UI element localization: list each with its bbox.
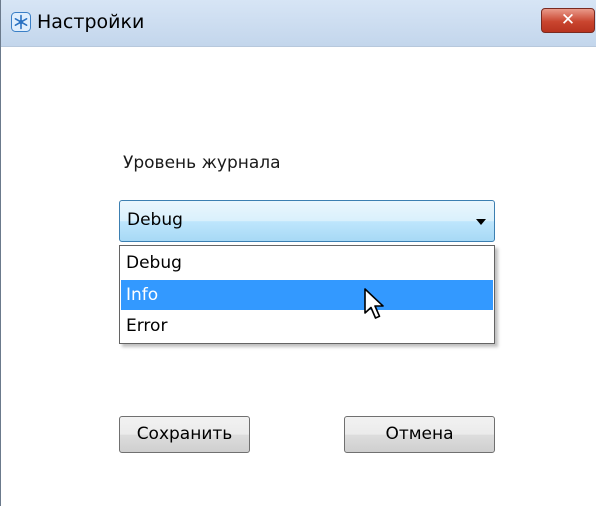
option-error[interactable]: Error — [121, 311, 493, 341]
cancel-button[interactable]: Отмена — [344, 416, 495, 453]
option-info[interactable]: Info — [121, 280, 493, 310]
log-level-dropdown-list: Debug Info Error — [119, 245, 495, 344]
log-level-label: Уровень журнала — [123, 153, 281, 173]
mouse-pointer-icon — [364, 288, 384, 319]
log-level-combobox[interactable]: Debug — [119, 200, 495, 242]
snowflake-icon — [11, 12, 31, 32]
close-icon: ✕ — [560, 10, 576, 30]
combobox-value: Debug — [127, 210, 183, 230]
option-debug[interactable]: Debug — [121, 248, 493, 278]
save-button[interactable]: Сохранить — [119, 416, 250, 453]
chevron-down-icon[interactable] — [476, 219, 486, 225]
window-title: Настройки — [37, 11, 145, 33]
settings-window: Настройки ✕ Уровень журнала Debug Debug … — [0, 0, 596, 506]
close-button[interactable]: ✕ — [541, 8, 595, 33]
title-bar[interactable]: Настройки ✕ — [1, 0, 596, 47]
